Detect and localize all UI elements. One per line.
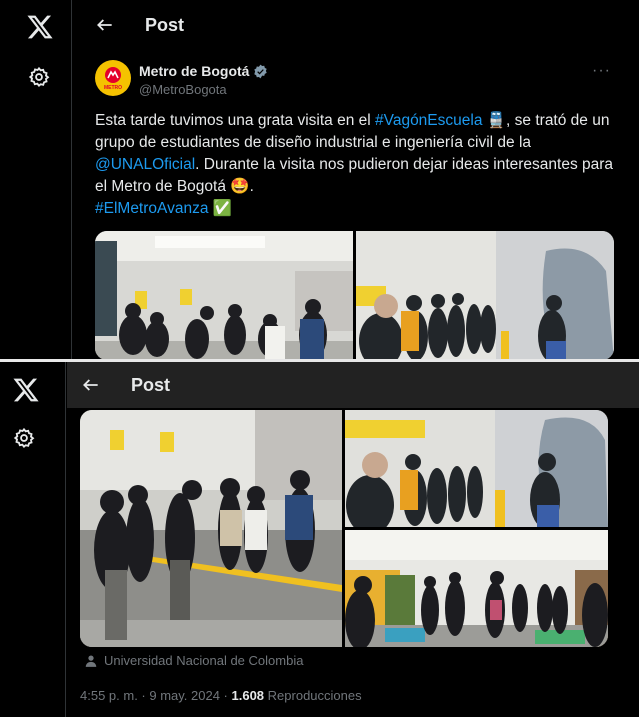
left-nav-rail xyxy=(0,362,66,717)
hashtag-vagon-escuela[interactable]: #VagónEscuela xyxy=(375,112,482,129)
photo-1[interactable] xyxy=(95,231,353,360)
media-grid xyxy=(95,231,614,360)
header-bar: Post xyxy=(67,362,639,408)
location-label: Universidad Nacional de Colombia xyxy=(104,653,304,668)
avatar[interactable]: METRO xyxy=(95,60,131,96)
gear-icon[interactable] xyxy=(28,66,50,88)
author-handle[interactable]: @MetroBogota xyxy=(139,82,268,97)
person-icon xyxy=(85,654,97,667)
photo-3[interactable] xyxy=(345,530,608,647)
media-grid-expanded xyxy=(80,410,608,647)
header-bar: Post xyxy=(73,0,639,50)
x-logo-icon[interactable] xyxy=(26,13,54,41)
post-text: Esta tarde tuvimos una grata visita en e… xyxy=(95,112,614,217)
post-time[interactable]: 4:55 p. m. · 9 may. 2024 · xyxy=(80,688,232,703)
gear-icon[interactable] xyxy=(13,427,35,449)
x-logo-icon[interactable] xyxy=(12,376,40,404)
page-title: Post xyxy=(145,14,185,35)
mention-unal[interactable]: @UNALOficial xyxy=(95,156,195,173)
check-emoji: ✅ xyxy=(212,200,233,217)
hashtag-el-metro-avanza[interactable]: #ElMetroAvanza xyxy=(95,200,208,217)
photo-2[interactable] xyxy=(356,231,614,360)
more-options-icon[interactable]: ··· xyxy=(592,62,611,80)
verified-badge-icon xyxy=(254,64,268,78)
views-label: Reproducciones xyxy=(264,688,362,703)
post-meta: 4:55 p. m. · 9 may. 2024 · 1.608 Reprodu… xyxy=(80,688,362,703)
arrow-left-icon[interactable] xyxy=(95,15,115,35)
left-nav-rail xyxy=(0,0,72,360)
page-title: Post xyxy=(131,374,171,395)
arrow-left-icon[interactable] xyxy=(81,375,101,395)
views-count: 1.608 xyxy=(231,688,265,703)
author-name[interactable]: Metro de Bogotá xyxy=(139,63,249,79)
location-tag[interactable]: Universidad Nacional de Colombia xyxy=(84,653,303,668)
svg-text:METRO: METRO xyxy=(104,85,122,91)
photo-1[interactable] xyxy=(80,410,342,647)
top-panel: Post METRO Metro de Bogotá @MetroBogota … xyxy=(0,0,639,360)
metro-logo-icon: METRO xyxy=(99,64,127,92)
photo-2[interactable] xyxy=(345,410,608,527)
author-info: Metro de Bogotá @MetroBogota xyxy=(139,63,268,97)
